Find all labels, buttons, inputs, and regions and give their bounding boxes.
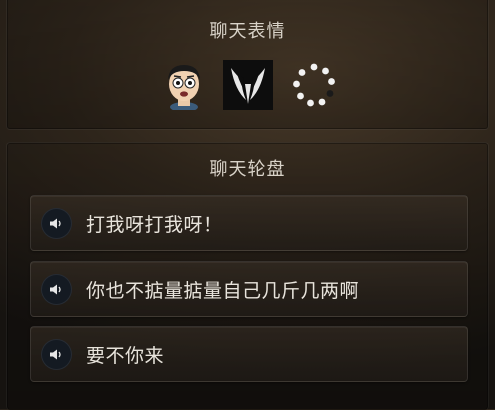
emoji-row [7,60,488,112]
phrase-button-2[interactable]: 你也不掂量掂量自己几斤几两啊 [30,261,468,317]
loading-spinner-icon[interactable] [289,60,339,110]
phrase-button-1[interactable]: 打我呀打我呀！ [30,195,468,251]
horned-logo-icon[interactable] [223,60,273,110]
phrase-text: 打我呀打我呀！ [86,214,223,236]
phrase-text: 你也不掂量掂量自己几斤几两啊 [86,280,360,302]
chat-emoji-title: 聊天表情 [209,21,286,42]
chat-emoji-panel: 聊天表情 [6,0,489,130]
phrase-text: 要不你来 [86,345,165,367]
speaker-icon [41,339,72,370]
chat-wheel-title: 聊天轮盘 [209,159,286,180]
chat-wheel-panel: 聊天轮盘 打我呀打我呀！ 你也不掂量掂量自己几斤几两啊 要不你来 [6,142,489,410]
speaker-icon [41,208,72,239]
cartoon-face-icon[interactable] [159,60,209,112]
speaker-icon [41,274,72,305]
phrase-button-3[interactable]: 要不你来 [30,326,468,382]
